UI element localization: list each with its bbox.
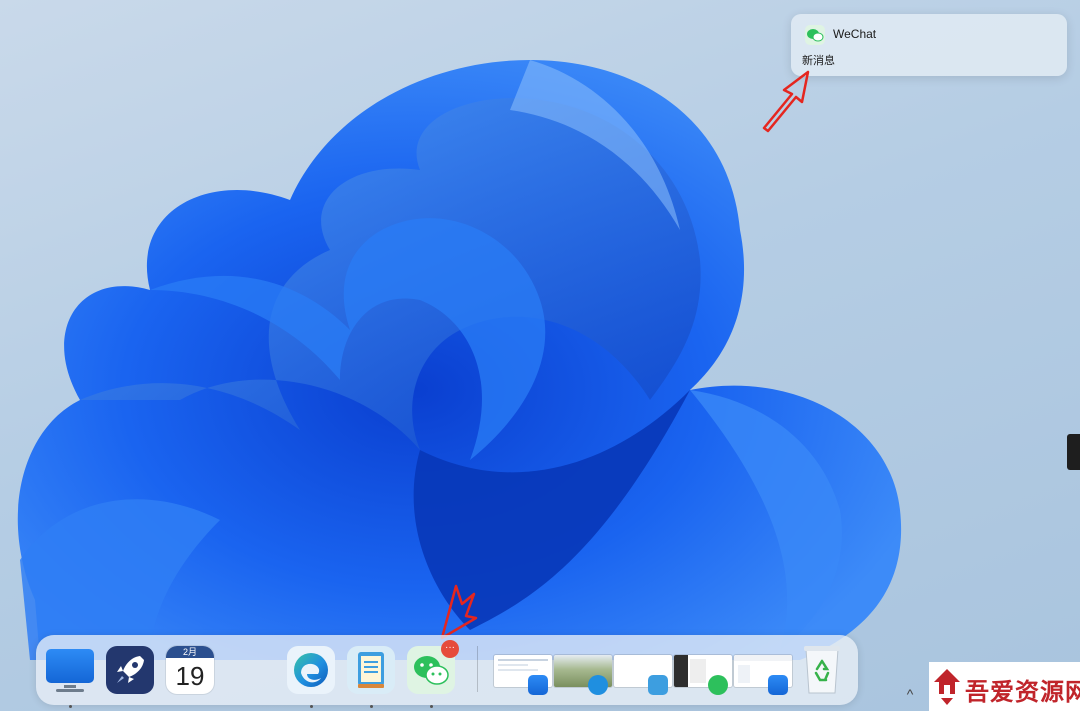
running-indicator xyxy=(430,705,433,708)
notes-icon xyxy=(648,675,668,695)
running-indicator xyxy=(69,705,72,708)
recycle-bin-icon[interactable] xyxy=(798,643,846,697)
edge-browser-icon xyxy=(588,675,608,695)
running-indicator xyxy=(370,705,373,708)
running-indicator xyxy=(310,705,313,708)
edge-browser-icon[interactable] xyxy=(287,646,335,694)
desktop-monitor-icon[interactable] xyxy=(46,646,94,694)
calendar-month: 2月 xyxy=(166,646,214,658)
site-watermark: 吾爱资源网 xyxy=(929,662,1080,711)
tray-chevron-up-icon[interactable]: ^ xyxy=(900,685,920,703)
wechat-icon xyxy=(708,675,728,695)
dock: 2月 19 ··· xyxy=(36,635,858,708)
calendar-day: 19 xyxy=(175,661,205,691)
annotation-arrow-icon xyxy=(762,70,810,133)
wechat-notification[interactable]: WeChat 新消息 xyxy=(791,14,1067,76)
wechat-icon[interactable]: ··· xyxy=(407,640,459,694)
desktop-wallpaper xyxy=(0,0,1080,711)
wallpaper-bloom xyxy=(17,60,902,660)
rocket-launcher-icon[interactable] xyxy=(106,646,154,694)
wechat-icon xyxy=(805,25,825,45)
desktop-monitor-icon xyxy=(768,675,788,695)
notification-app-name: WeChat xyxy=(833,27,877,41)
watermark-text: 吾爱资源网 xyxy=(965,677,1080,706)
annotation-arrow-icon xyxy=(440,584,478,640)
side-panel-handle[interactable] xyxy=(1067,434,1080,470)
unread-badge: ··· xyxy=(441,640,459,658)
desktop-monitor-icon xyxy=(528,675,548,695)
notes-icon[interactable] xyxy=(347,646,395,694)
calendar-icon[interactable]: 2月 19 xyxy=(166,646,214,694)
watermark-logo-icon xyxy=(934,669,960,705)
dock-separator xyxy=(477,646,478,692)
